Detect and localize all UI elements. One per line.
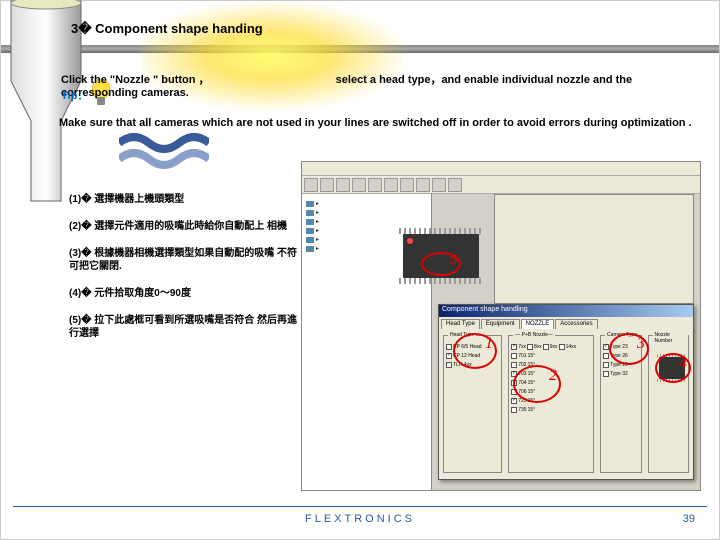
tree-item[interactable]: ▸ bbox=[306, 209, 427, 216]
dialog-body: Head Type CP 6/5 Head CP 12 Head TLH 4xx… bbox=[439, 329, 693, 479]
annotation-3: 3 bbox=[609, 333, 649, 365]
toolbar-button[interactable] bbox=[336, 178, 350, 192]
footer-logo: FLEXTRONICS bbox=[1, 513, 719, 525]
tab[interactable]: Equipment bbox=[481, 319, 520, 329]
toolbar-button[interactable] bbox=[368, 178, 382, 192]
instruction-line-1: Click the "Nozzle " button ， select a he… bbox=[61, 71, 709, 99]
toolbar-button[interactable] bbox=[416, 178, 430, 192]
dialog-title: Component shape handling bbox=[439, 305, 693, 317]
toolbar-button[interactable] bbox=[304, 178, 318, 192]
text: Click the "Nozzle " button ， bbox=[61, 74, 210, 86]
tree-item[interactable]: ▸ bbox=[306, 218, 427, 225]
toolbar[interactable] bbox=[302, 176, 700, 194]
nozzle-panel: — P+B Nozzle— 7xx8xx9xx14xx 70115° 70215… bbox=[508, 335, 594, 473]
nozzle-dialog: Component shape handling Head Type Equip… bbox=[438, 304, 694, 480]
tip-label: Tip： bbox=[61, 87, 88, 103]
annotation-4: 4 bbox=[655, 353, 691, 383]
annotation-2: 2 bbox=[513, 365, 561, 403]
section-title: 3� Component shape handing bbox=[71, 21, 263, 37]
annotation-5: 5 bbox=[421, 252, 461, 276]
dialog-tabs[interactable]: Head Type Equipment NOZZLE Accessories bbox=[439, 317, 693, 329]
check-row[interactable]: Type 32 bbox=[603, 369, 638, 378]
instruction-list: (1)� 選擇機器上機頭類型 (2)� 選擇元件適用的吸嘴此時給你自動配上 相機… bbox=[69, 193, 299, 354]
list-item: (3)� 根據機器相機選擇類型如果自動配的吸嘴 不符可把它關閉. bbox=[69, 247, 299, 273]
page-number: 39 bbox=[683, 513, 695, 525]
footer-divider bbox=[13, 506, 707, 507]
panel-label: — P+B Nozzle— bbox=[513, 332, 555, 338]
wave-graphic bbox=[119, 131, 209, 171]
properties-panel[interactable] bbox=[494, 194, 694, 304]
panel-label: Nozzle Number bbox=[653, 332, 688, 344]
embedded-screenshot: ▸ ▸ ▸ ▸ ▸ ▸ 5 Component shape handling H… bbox=[301, 161, 701, 491]
instruction-line-2: Make sure that all cameras which are not… bbox=[59, 117, 709, 129]
tree-panel[interactable]: ▸ ▸ ▸ ▸ ▸ ▸ 5 bbox=[302, 194, 432, 490]
list-item: (2)� 選擇元件適用的吸嘴此時給你自動配上 相機 bbox=[69, 220, 299, 233]
toolbar-button[interactable] bbox=[448, 178, 462, 192]
check-row[interactable]: 73515° bbox=[511, 405, 591, 414]
list-item: (1)� 選擇機器上機頭類型 bbox=[69, 193, 299, 206]
toolbar-button[interactable] bbox=[400, 178, 414, 192]
tree-item[interactable]: ▸ bbox=[306, 200, 427, 207]
list-item: (4)� 元件拾取角度0～90度 bbox=[69, 287, 299, 300]
tab[interactable]: Accessories bbox=[555, 319, 597, 329]
annotation-1: 1 bbox=[453, 333, 497, 369]
toolbar-button[interactable] bbox=[384, 178, 398, 192]
tab[interactable]: NOZZLE bbox=[521, 319, 555, 329]
toolbar-button[interactable] bbox=[352, 178, 366, 192]
check-row[interactable]: 70115° bbox=[511, 351, 591, 360]
menubar[interactable] bbox=[302, 162, 700, 176]
tab[interactable]: Head Type bbox=[441, 319, 480, 329]
toolbar-button[interactable] bbox=[432, 178, 446, 192]
list-item: (5)� 拉下此處框可看到所選吸嘴是否符合 然后再進行選擇 bbox=[69, 314, 299, 340]
toolbar-button[interactable] bbox=[320, 178, 334, 192]
